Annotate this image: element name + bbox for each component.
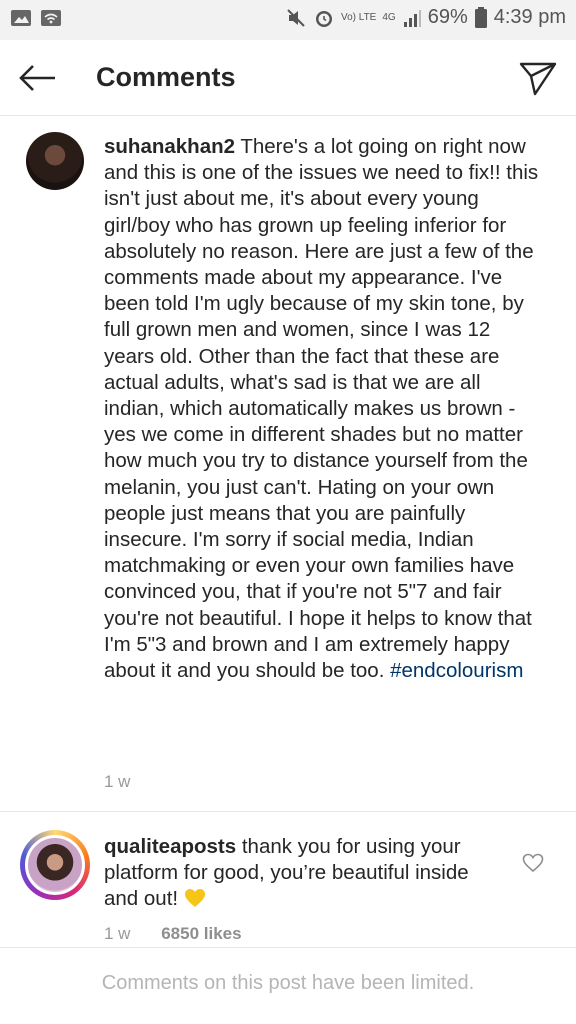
yellow-heart-icon xyxy=(184,888,206,915)
page-title: Comments xyxy=(96,62,236,92)
comment-meta: 1 w 6850 likes xyxy=(104,924,242,944)
comment-meta: 1 w xyxy=(104,772,130,792)
comment-body: qualiteaposts thank you for using your p… xyxy=(104,834,504,916)
share-button[interactable] xyxy=(516,56,560,100)
comment-time: 1 w xyxy=(104,924,131,943)
comment-item: qualiteaposts thank you for using your p… xyxy=(0,812,576,948)
wifi-icon xyxy=(40,8,62,28)
back-arrow-icon xyxy=(19,65,55,91)
image-icon xyxy=(10,8,32,28)
signal-icon xyxy=(402,8,422,28)
likes-count[interactable]: 6850 likes xyxy=(161,924,241,943)
battery-icon xyxy=(474,6,488,29)
heart-outline-icon xyxy=(522,853,544,873)
clock: 4:39 pm xyxy=(493,6,566,28)
avatar[interactable] xyxy=(26,132,84,190)
volte-label: Vo) LTE xyxy=(340,11,377,23)
avatar[interactable] xyxy=(25,835,85,895)
battery-percent: 69% xyxy=(427,6,468,28)
comments-limited-notice: Comments on this post have been limited. xyxy=(101,972,475,994)
comment-username[interactable]: qualiteaposts xyxy=(104,835,236,858)
app-bar: Comments xyxy=(0,40,576,116)
back-button[interactable] xyxy=(16,56,60,100)
status-bar: Vo) LTE 4G 69% 4:39 pm xyxy=(0,0,576,40)
hashtag-link[interactable]: #endcolourism xyxy=(390,659,523,682)
network-label: 4G xyxy=(382,11,396,23)
mute-icon xyxy=(285,7,307,29)
like-button[interactable] xyxy=(520,850,546,876)
alarm-icon xyxy=(313,7,335,29)
paper-plane-icon xyxy=(519,62,557,96)
comment-body: suhanakhan2 There's a lot going on right… xyxy=(104,134,544,684)
comment-time: 1 w xyxy=(104,772,131,791)
comment-item: suhanakhan2 There's a lot going on right… xyxy=(0,116,576,812)
comment-username[interactable]: suhanakhan2 xyxy=(104,135,235,158)
comment-text: There's a lot going on right now and thi… xyxy=(104,135,539,683)
